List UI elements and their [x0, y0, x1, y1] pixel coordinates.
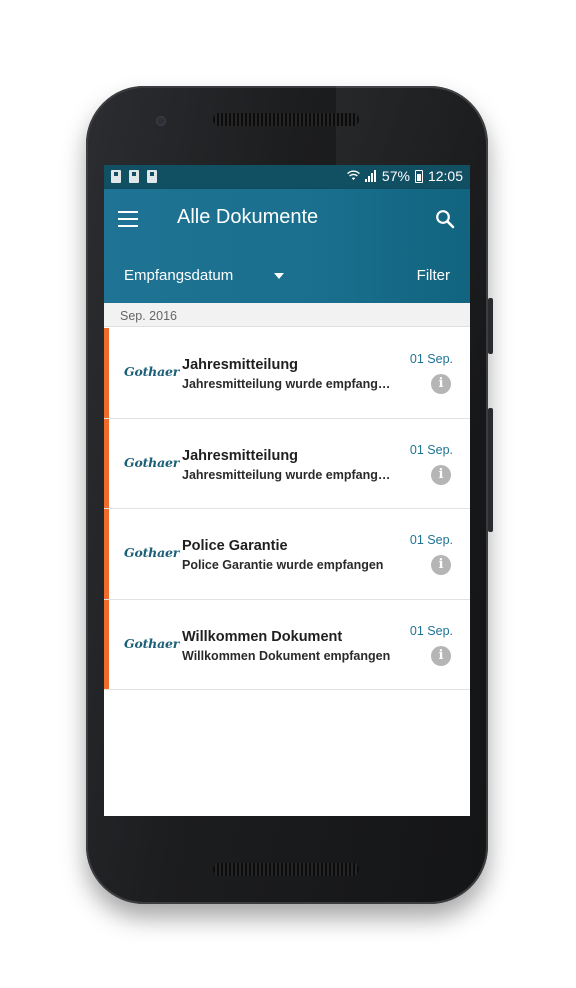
clock: 12:05 — [427, 168, 463, 184]
phone-screen: 57% 12:05 Alle Dokumente Empfangsdatum F… — [104, 165, 470, 816]
gothaer-logo: Gothaer — [124, 545, 180, 560]
signal-icon — [364, 170, 377, 182]
document-date: 01 Sep. — [409, 623, 453, 638]
document-item[interactable]: Gothaer Police Garantie Police Garantie … — [104, 509, 470, 600]
info-icon[interactable]: i — [431, 555, 451, 575]
volume-button — [488, 408, 493, 532]
document-item[interactable]: Gothaer Jahresmitteilung Jahresmitteilun… — [104, 328, 470, 419]
info-icon[interactable]: i — [431, 464, 451, 485]
document-date: 01 Sep. — [409, 533, 453, 547]
battery-icon — [414, 169, 423, 183]
document-subtitle: Police Garantie wurde empfangen — [182, 558, 384, 572]
status-right: 57% 12:05 — [347, 168, 463, 184]
unread-marker — [104, 418, 109, 508]
status-bar: 57% 12:05 — [104, 165, 470, 189]
document-title: Jahresmitteilung — [182, 357, 299, 373]
document-subtitle: Willkommen Dokument empfangen — [182, 648, 391, 663]
document-title: Willkommen Dokument — [182, 628, 343, 645]
battery-percent: 57% — [381, 168, 410, 184]
gothaer-logo: Gothaer — [124, 635, 180, 651]
power-button — [488, 298, 493, 354]
section-header: Sep. 2016 — [104, 303, 470, 327]
page-title: Alle Dokumente — [177, 206, 319, 228]
gothaer-logo: Gothaer — [124, 364, 180, 379]
app-bar: Alle Dokumente Empfangsdatum Filter — [104, 189, 470, 303]
section-label: Sep. 2016 — [120, 309, 177, 323]
gothaer-logo: Gothaer — [124, 454, 180, 470]
document-subtitle: Jahresmitteilung wurde empfangen — [182, 377, 392, 391]
wifi-icon — [347, 169, 360, 184]
dropdown-arrow-icon — [274, 273, 284, 279]
info-icon[interactable]: i — [431, 645, 451, 666]
notification-icon — [129, 170, 139, 183]
front-camera — [156, 116, 166, 126]
document-subtitle: Jahresmitteilung wurde empfangen — [182, 467, 392, 482]
document-list: Gothaer Jahresmitteilung Jahresmitteilun… — [104, 328, 470, 690]
unread-marker — [104, 509, 109, 599]
bottom-speaker — [213, 863, 359, 876]
document-title: Jahresmitteilung — [182, 447, 299, 464]
unread-marker — [104, 328, 109, 418]
document-date: 01 Sep. — [409, 352, 453, 366]
notification-icon — [111, 170, 121, 183]
sort-select[interactable]: Empfangsdatum — [104, 255, 304, 293]
top-speaker — [213, 113, 359, 126]
sort-label: Empfangsdatum — [124, 267, 234, 284]
info-icon[interactable]: i — [431, 374, 451, 394]
notification-icon — [147, 170, 157, 183]
unread-marker — [104, 599, 109, 689]
document-title: Police Garantie — [182, 538, 288, 554]
document-date: 01 Sep. — [409, 442, 453, 457]
filter-button[interactable]: Filter — [417, 267, 450, 284]
search-icon[interactable] — [435, 209, 455, 229]
document-item[interactable]: Gothaer Jahresmitteilung Jahresmitteilun… — [104, 418, 470, 509]
document-item[interactable]: Gothaer Willkommen Dokument Willkommen D… — [104, 599, 470, 690]
menu-icon[interactable] — [118, 211, 138, 227]
notification-icons — [111, 170, 157, 183]
